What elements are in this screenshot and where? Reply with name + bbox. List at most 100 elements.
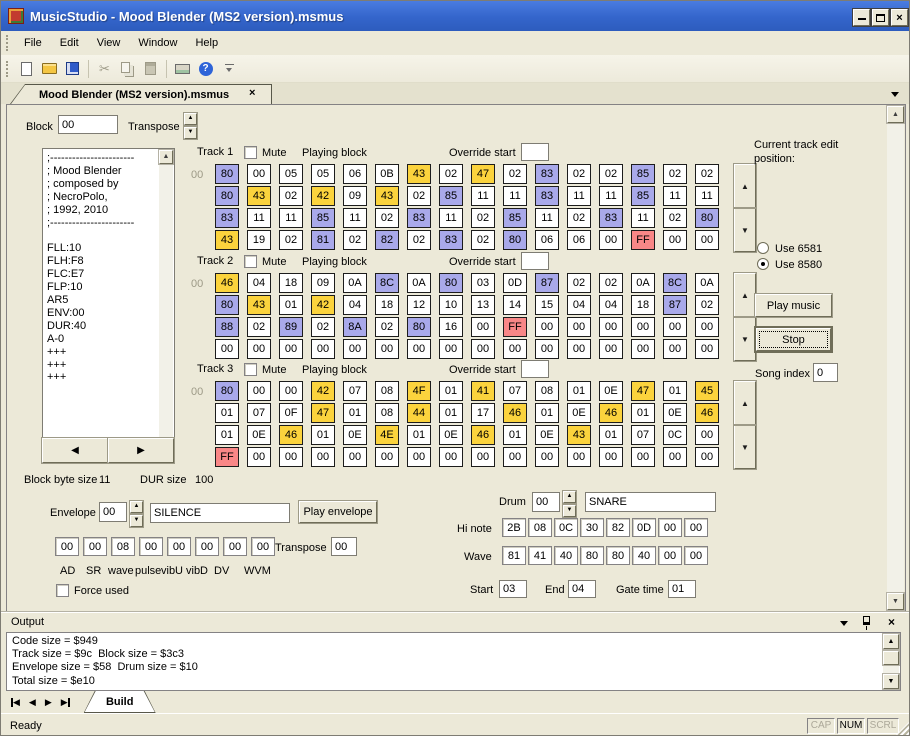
hex-cell[interactable]: 02 — [407, 230, 431, 250]
print-button[interactable] — [171, 58, 194, 80]
hex-cell[interactable]: 0A — [631, 273, 655, 293]
hex-cell[interactable]: 83 — [535, 164, 559, 184]
copy-button[interactable] — [116, 58, 139, 80]
menu-file[interactable]: File — [15, 34, 51, 52]
hex-cell[interactable]: 06 — [567, 230, 591, 250]
hex-cell[interactable]: 00 — [279, 381, 303, 401]
hex-cell[interactable]: 02 — [599, 164, 623, 184]
value-field[interactable]: 00 — [251, 537, 275, 556]
hex-cell[interactable]: 07 — [503, 381, 527, 401]
hex-cell[interactable]: 00 — [471, 339, 495, 359]
hex-cell[interactable]: 11 — [631, 208, 655, 228]
hex-cell[interactable]: 88 — [215, 317, 239, 337]
hex-cell[interactable]: 45 — [695, 381, 719, 401]
hex-cell[interactable]: 11 — [695, 186, 719, 206]
hex-cell[interactable]: 0A — [407, 273, 431, 293]
track-2-mute-checkbox[interactable] — [244, 255, 257, 268]
hex-cell[interactable]: 02 — [343, 230, 367, 250]
spinner-down-button[interactable]: ▼ — [183, 126, 198, 140]
hex-cell[interactable]: 00 — [439, 339, 463, 359]
scroll-up-icon[interactable]: ▲ — [886, 105, 905, 124]
hex-cell[interactable]: 00 — [631, 339, 655, 359]
hex-cell[interactable]: 0B — [375, 164, 399, 184]
cut-button[interactable]: ✂ — [93, 58, 116, 80]
value-field[interactable]: 08 — [111, 537, 135, 556]
hex-cell[interactable]: 46 — [471, 425, 495, 445]
memo-scrollbar[interactable]: ▲ ▼ — [158, 149, 174, 453]
scroll-up-icon[interactable]: ▲ — [733, 272, 757, 318]
hex-cell[interactable]: 02 — [695, 164, 719, 184]
hex-cell[interactable]: 00 — [311, 339, 335, 359]
hex-cell[interactable]: 01 — [567, 381, 591, 401]
hex-cell[interactable]: 01 — [599, 425, 623, 445]
radio-use-8580[interactable] — [757, 258, 769, 270]
hex-cell[interactable]: 80 — [439, 273, 463, 293]
hex-cell[interactable]: 43 — [215, 230, 239, 250]
open-button[interactable] — [38, 58, 61, 80]
value-field[interactable]: 00 — [223, 537, 247, 556]
hex-cell[interactable]: 85 — [631, 164, 655, 184]
hex-cell[interactable]: 00 — [535, 447, 559, 467]
end-input[interactable] — [568, 580, 596, 598]
track-2-override-start-input[interactable] — [521, 252, 549, 270]
hex-cell[interactable]: 01 — [215, 403, 239, 423]
hex-cell[interactable]: 0E — [599, 381, 623, 401]
hex-cell[interactable]: 46 — [599, 403, 623, 423]
hex-cell[interactable]: 00 — [375, 339, 399, 359]
value-field[interactable]: 00 — [83, 537, 107, 556]
scroll-up-icon[interactable]: ▲ — [882, 633, 900, 650]
hex-cell[interactable]: 16 — [439, 317, 463, 337]
hex-cell[interactable]: 02 — [663, 208, 687, 228]
hex-cell[interactable]: 0E — [247, 425, 271, 445]
minimize-button[interactable] — [852, 8, 871, 27]
titlebar[interactable]: MusicStudio - Mood Blender (MS2 version)… — [1, 1, 909, 31]
hex-cell[interactable]: 42 — [311, 295, 335, 315]
spinner-up-button[interactable]: ▲ — [562, 490, 577, 504]
hex-cell[interactable]: 05 — [279, 164, 303, 184]
value-field[interactable]: 40 — [632, 546, 656, 565]
hex-cell[interactable]: 4E — [375, 425, 399, 445]
hex-cell[interactable]: 10 — [439, 295, 463, 315]
value-field[interactable]: 00 — [195, 537, 219, 556]
hex-cell[interactable]: 04 — [599, 295, 623, 315]
hex-cell[interactable]: 01 — [631, 403, 655, 423]
hex-cell[interactable]: 87 — [663, 295, 687, 315]
hex-cell[interactable]: 00 — [599, 230, 623, 250]
hex-cell[interactable]: 8C — [663, 273, 687, 293]
value-field[interactable]: 00 — [55, 537, 79, 556]
play-music-button[interactable]: Play music — [754, 293, 833, 318]
hex-cell[interactable]: 07 — [631, 425, 655, 445]
hex-cell[interactable]: 80 — [215, 295, 239, 315]
hex-cell[interactable]: 83 — [215, 208, 239, 228]
hex-cell[interactable]: 46 — [279, 425, 303, 445]
hex-cell[interactable]: 42 — [311, 186, 335, 206]
hex-cell[interactable]: 00 — [215, 339, 239, 359]
value-field[interactable]: 41 — [528, 546, 552, 565]
hex-cell[interactable]: 00 — [247, 447, 271, 467]
hex-cell[interactable]: 05 — [311, 164, 335, 184]
hex-cell[interactable]: 80 — [215, 164, 239, 184]
hex-cell[interactable]: 00 — [631, 447, 655, 467]
next-tab-button[interactable]: ▶ — [45, 697, 52, 708]
hex-cell[interactable]: 11 — [343, 208, 367, 228]
hex-cell[interactable]: 83 — [535, 186, 559, 206]
force-used-label[interactable]: Force used — [74, 585, 129, 597]
hex-cell[interactable]: 43 — [375, 186, 399, 206]
hex-cell[interactable]: 00 — [567, 447, 591, 467]
hex-cell[interactable]: 02 — [279, 230, 303, 250]
hex-cell[interactable]: 01 — [343, 403, 367, 423]
output-body[interactable]: Code size = $949 Track size = $9c Block … — [6, 632, 901, 691]
hex-cell[interactable]: 08 — [375, 403, 399, 423]
hex-cell[interactable]: 00 — [599, 447, 623, 467]
hex-cell[interactable]: 00 — [247, 339, 271, 359]
hex-cell[interactable]: 83 — [407, 208, 431, 228]
hex-cell[interactable]: 43 — [247, 295, 271, 315]
hex-cell[interactable]: 02 — [503, 164, 527, 184]
radio-use-6581-label[interactable]: Use 6581 — [775, 243, 822, 255]
hex-cell[interactable]: 01 — [535, 403, 559, 423]
hex-cell[interactable]: 83 — [599, 208, 623, 228]
save-button[interactable] — [61, 58, 84, 80]
hex-cell[interactable]: 02 — [471, 230, 495, 250]
value-field[interactable]: 82 — [606, 518, 630, 537]
menu-view[interactable]: View — [88, 34, 130, 52]
